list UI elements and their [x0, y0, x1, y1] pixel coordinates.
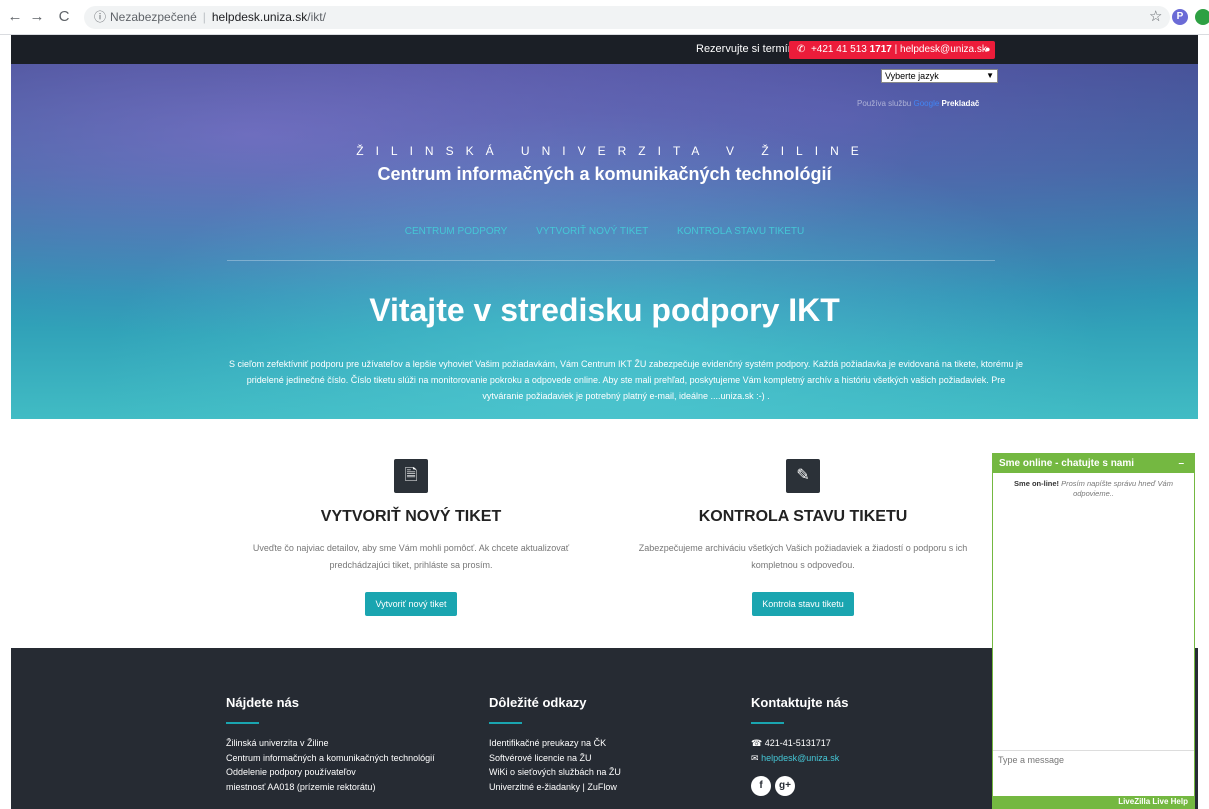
list-item: Oddelenie podpory používateľov: [226, 767, 356, 777]
footer-heading: Nájdete nás: [226, 695, 299, 710]
contact-email[interactable]: helpdesk@uniza.sk: [761, 753, 839, 763]
feature-title: VYTVORIŤ NOVÝ TIKET: [320, 508, 502, 525]
footer-link[interactable]: Softvérové licencie na ŽU: [489, 751, 621, 766]
user-icon[interactable]: ●: [985, 44, 990, 54]
google-plus-icon[interactable]: g+: [775, 776, 795, 796]
footer-heading: Kontaktujte nás: [751, 695, 849, 710]
footer-find-us: Nájdete nás Žilinská univerzita v Žiline…: [226, 695, 435, 794]
nav-ticket-status[interactable]: KONTROLA STAVU TIKETU: [677, 226, 804, 237]
feature-text: Uveďte čo najviac detailov, aby sme Vám …: [252, 543, 570, 570]
url-domain: helpdesk.uniza.sk: [211, 10, 308, 24]
reserve-link[interactable]: Rezervujte si termín: [696, 43, 794, 55]
address-bar[interactable]: ⓘ Nezabezpečené | helpdesk.uniza.sk/ikt/: [84, 6, 1170, 29]
feature-ticket-status: ✎ KONTROLA STAVU TIKETU Zabezpečujeme ar…: [573, 419, 1033, 616]
list-item: Žilinská univerzita v Žiline: [226, 738, 329, 748]
create-ticket-button[interactable]: Vytvoriť nový tiket: [365, 592, 457, 616]
university-name: ŽILINSKÁ UNIVERZITA V ŽILINE: [356, 144, 871, 158]
chat-brand[interactable]: LiveZilla Live Help: [993, 796, 1194, 808]
social-links: f g+: [751, 775, 849, 796]
minimize-icon[interactable]: –: [1178, 454, 1184, 473]
whatsapp-icon: ✆: [797, 44, 806, 55]
nav-support-centre[interactable]: CENTRUM PODPORY: [405, 226, 508, 237]
footer-link[interactable]: Univerzitné e-žiadanky | ZuFlow: [489, 780, 621, 795]
reload-icon[interactable]: C: [55, 8, 73, 26]
footer-link[interactable]: WiKi o sieťových službách na ŽU: [489, 765, 621, 780]
nav-new-ticket[interactable]: VYTVORIŤ NOVÝ TIKET: [536, 226, 648, 237]
centre-name: Centrum informačných a komunikačných tec…: [377, 164, 832, 184]
envelope-icon: ✉: [751, 752, 759, 763]
intro-text: S cieľom zefektívniť podporu pre užívate…: [229, 359, 1023, 401]
top-bar: Rezervujte si termín ✆ +421 41 513 1717 …: [11, 35, 1198, 64]
chat-input[interactable]: Type a message: [993, 750, 1194, 794]
list-item: miestnosť AA018 (prízemie rektorátu): [226, 781, 376, 792]
bookmark-star-icon[interactable]: ☆: [1149, 8, 1162, 26]
check-ticket-button[interactable]: Kontrola stavu tiketu: [752, 592, 854, 616]
feature-new-ticket: 🗎 VYTVORIŤ NOVÝ TIKET Uveďte čo najviac …: [181, 419, 641, 616]
chat-widget: Sme online - chatujte s nami – Sme on-li…: [992, 453, 1195, 809]
url-path: /ikt/: [307, 10, 326, 24]
document-icon: 🗎: [394, 459, 428, 493]
security-label: Nezabezpečené: [110, 10, 197, 24]
footer-heading: Dôležité odkazy: [489, 695, 587, 710]
feature-text: Zabezpečujeme archiváciu všetkých Vašich…: [638, 543, 968, 570]
back-arrow-icon[interactable]: ←: [6, 8, 24, 26]
language-select[interactable]: Vyberte jazyk ▼: [881, 69, 998, 83]
contact-phone: 421-41-5131717: [764, 738, 831, 748]
list-item: Centrum informačných a komunikačných tec…: [226, 752, 435, 763]
ticket-icon: ✎: [786, 459, 820, 493]
browser-toolbar: ← → C ⓘ Nezabezpečené | helpdesk.uniza.sk/i…: [0, 0, 1209, 35]
hero-section: Vyberte jazyk ▼ Používa službu Google Pre…: [11, 64, 1198, 419]
chat-message: Sme on-line! Prosím napíšte správu hneď …: [1014, 479, 1173, 498]
dropdown-arrow-icon: ▼: [986, 71, 994, 80]
footer-links: Dôležité odkazy Identifikačné preukazy n…: [489, 695, 621, 794]
hero-nav: CENTRUM PODPORY VYTVORIŤ NOVÝ TIKET KONT…: [11, 226, 1198, 237]
chat-header[interactable]: Sme online - chatujte s nami –: [993, 454, 1194, 473]
contact-button[interactable]: ✆ +421 41 513 1717 | helpdesk@uniza.sk: [789, 41, 995, 59]
google-translate-credit: Používa službu Google Prekladač: [857, 99, 980, 108]
facebook-icon[interactable]: f: [751, 776, 771, 796]
extension-icon[interactable]: [1195, 9, 1209, 25]
forward-arrow-icon[interactable]: →: [28, 8, 46, 26]
phone-icon: ☎: [751, 738, 763, 748]
footer-contact: Kontaktujte nás ☎ 421-41-5131717 ✉ helpd…: [751, 695, 849, 796]
footer-link[interactable]: Identifikačné preukazy na ČK: [489, 736, 621, 751]
divider: [227, 260, 995, 261]
info-icon[interactable]: ⓘ: [94, 10, 106, 24]
page-title: Vitajte v stredisku podpory IKT: [369, 292, 840, 328]
feature-title: KONTROLA STAVU TIKETU: [698, 508, 908, 525]
profile-avatar[interactable]: P: [1172, 9, 1188, 25]
